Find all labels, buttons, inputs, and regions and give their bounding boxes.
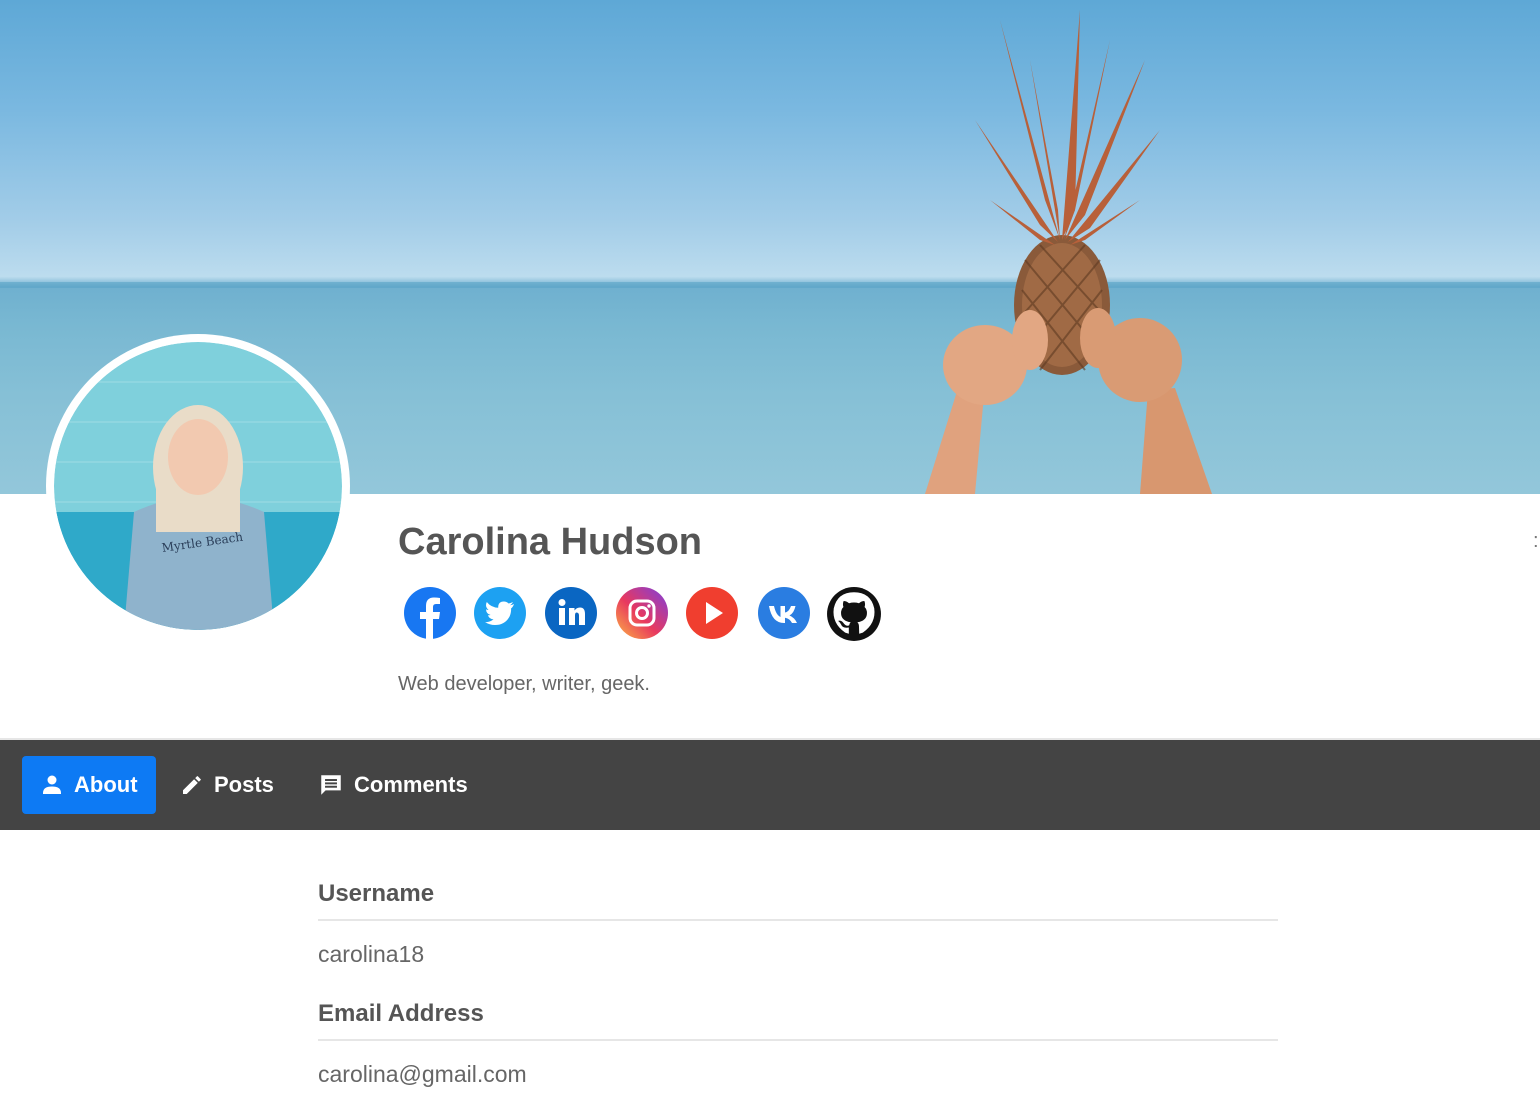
github-link[interactable] [826,586,881,641]
profile-tabs: About Posts Comments [0,740,1540,830]
twitter-link[interactable] [473,586,527,640]
linkedin-link[interactable] [544,586,598,640]
vk-icon [758,587,810,639]
facebook-icon [404,587,456,639]
twitter-icon [474,587,526,639]
youtube-icon [686,587,738,639]
linkedin-icon [545,587,597,639]
tab-comments[interactable]: Comments [300,756,486,814]
pencil-icon [183,776,201,794]
facebook-link[interactable] [403,586,457,640]
profile-page: Myrtle Beach Carolina Hudson Web develop… [0,0,1540,1110]
comment-icon [321,775,341,795]
field-divider [318,919,1278,921]
scroll-edge-indicator: : [1533,530,1539,552]
profile-name: Carolina Hudson [398,521,703,563]
tab-about-label: About [74,772,138,797]
username-value: carolina18 [318,941,425,967]
vk-link[interactable] [757,586,811,640]
youtube-link[interactable] [685,586,739,640]
instagram-link[interactable] [615,586,669,640]
avatar: Myrtle Beach [46,334,350,638]
instagram-icon [616,587,668,639]
username-label: Username [318,880,435,907]
email-label: Email Address [318,1000,484,1027]
tab-posts-label: Posts [214,772,274,797]
tab-comments-label: Comments [354,772,468,797]
tab-posts[interactable]: Posts [162,756,292,814]
field-divider [318,1039,1278,1041]
person-icon [43,775,61,794]
email-value: carolina@gmail.com [318,1061,527,1087]
github-icon [827,587,881,641]
tab-about[interactable]: About [22,756,156,814]
profile-bio: Web developer, writer, geek. [398,673,650,695]
